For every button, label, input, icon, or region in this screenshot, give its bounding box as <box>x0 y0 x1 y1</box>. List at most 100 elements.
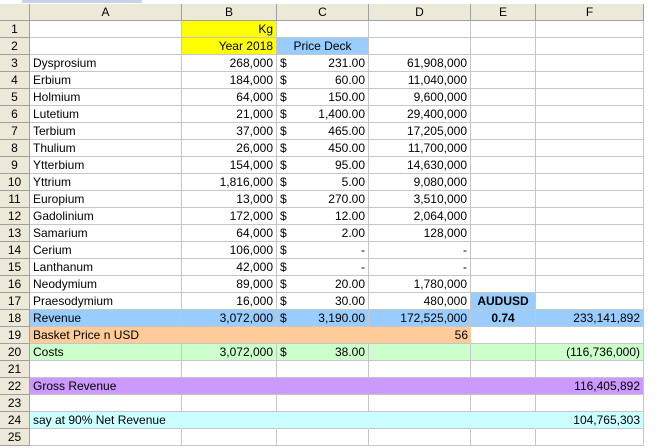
cell-element-value[interactable]: - <box>369 242 471 259</box>
cell-element-value[interactable]: 2,064,000 <box>369 208 471 225</box>
cell-element-name[interactable]: Dysprosium <box>30 55 182 72</box>
cell-element-value[interactable]: 29,400,000 <box>369 106 471 123</box>
cell-element-price[interactable]: $ - <box>277 242 369 259</box>
cell-b2-year[interactable]: Year 2018 <box>182 38 277 55</box>
cell-a23[interactable] <box>30 395 182 412</box>
cell-element-name[interactable]: Praesodymium <box>30 293 182 310</box>
cell-element-kg[interactable]: 89,000 <box>182 276 277 293</box>
cell-f5[interactable] <box>536 89 644 106</box>
cell-c25[interactable] <box>277 429 369 446</box>
cell-f7[interactable] <box>536 123 644 140</box>
cell-e16[interactable] <box>471 276 536 293</box>
cell-element-value[interactable]: 128,000 <box>369 225 471 242</box>
cell-element-kg[interactable]: 26,000 <box>182 140 277 157</box>
cell-element-price[interactable]: $450.00 <box>277 140 369 157</box>
row-header-11[interactable]: 11 <box>0 191 30 208</box>
cell-element-value[interactable]: 17,205,000 <box>369 123 471 140</box>
cell-d2[interactable] <box>369 38 471 55</box>
cell-element-price[interactable]: $20.00 <box>277 276 369 293</box>
cell-element-price[interactable]: $60.00 <box>277 72 369 89</box>
cell-f12[interactable] <box>536 208 644 225</box>
row-header-12[interactable]: 12 <box>0 208 30 225</box>
cell-f3[interactable] <box>536 55 644 72</box>
cell-element-value[interactable]: - <box>369 259 471 276</box>
cell-element-price[interactable]: $231.00 <box>277 55 369 72</box>
cell-e14[interactable] <box>471 242 536 259</box>
cell-element-name[interactable]: Neodymium <box>30 276 182 293</box>
cell-b23[interactable] <box>182 395 277 412</box>
cell-element-price[interactable]: $30.00 <box>277 293 369 310</box>
row-header-4[interactable]: 4 <box>0 72 30 89</box>
row-header-20[interactable]: 20 <box>0 344 30 361</box>
cell-d23[interactable] <box>369 395 471 412</box>
row-header-9[interactable]: 9 <box>0 157 30 174</box>
cell-element-name[interactable]: Cerium <box>30 242 182 259</box>
cell-f13[interactable] <box>536 225 644 242</box>
cell-element-value[interactable]: 3,510,000 <box>369 191 471 208</box>
row-header-24[interactable]: 24 <box>0 412 30 429</box>
cell-element-kg[interactable]: 64,000 <box>182 89 277 106</box>
cell-element-name[interactable]: Samarium <box>30 225 182 242</box>
row-header-18[interactable]: 18 <box>0 310 30 327</box>
cell-element-value[interactable]: 9,080,000 <box>369 174 471 191</box>
cell-gross-5[interactable]: 116,405,892 <box>536 378 644 395</box>
cell-revenue-kg[interactable]: 3,072,000 <box>182 310 277 327</box>
cell-element-kg[interactable]: 106,000 <box>182 242 277 259</box>
cell-element-kg[interactable]: 1,816,000 <box>182 174 277 191</box>
cell-d1[interactable] <box>369 21 471 38</box>
cell-f11[interactable] <box>536 191 644 208</box>
cell-f14[interactable] <box>536 242 644 259</box>
row-header-16[interactable]: 16 <box>0 276 30 293</box>
cell-e11[interactable] <box>471 191 536 208</box>
cell-c1[interactable] <box>277 21 369 38</box>
cell-element-kg[interactable]: 268,000 <box>182 55 277 72</box>
cell-costs-price[interactable]: $38.00 <box>277 344 369 361</box>
cell-e19[interactable] <box>471 327 536 344</box>
cell-element-name[interactable]: Ytterbium <box>30 157 182 174</box>
cell-element-kg[interactable]: 64,000 <box>182 225 277 242</box>
cell-element-price[interactable]: $2.00 <box>277 225 369 242</box>
row-header-2[interactable]: 2 <box>0 38 30 55</box>
cell-element-value[interactable]: 61,908,000 <box>369 55 471 72</box>
row-header-15[interactable]: 15 <box>0 259 30 276</box>
cell-revenue-label[interactable]: Revenue <box>30 310 182 327</box>
row-header-17[interactable]: 17 <box>0 293 30 310</box>
cell-element-kg[interactable]: 21,000 <box>182 106 277 123</box>
cell-e8[interactable] <box>471 140 536 157</box>
cell-c2-price-deck[interactable]: Price Deck <box>277 38 369 55</box>
row-header-8[interactable]: 8 <box>0 140 30 157</box>
cell-element-name[interactable]: Terbium <box>30 123 182 140</box>
cell-gross-0[interactable]: Gross Revenue <box>30 378 182 395</box>
cell-net-0[interactable]: say at 90% Net Revenue <box>30 412 182 429</box>
select-all-corner[interactable] <box>0 4 30 21</box>
column-header-d[interactable]: D <box>369 4 471 21</box>
column-header-a[interactable]: A <box>30 4 182 21</box>
cell-f21[interactable] <box>536 361 644 378</box>
column-header-b[interactable]: B <box>182 4 277 21</box>
cell-element-kg[interactable]: 42,000 <box>182 259 277 276</box>
cell-gross-2[interactable] <box>277 378 369 395</box>
cell-f6[interactable] <box>536 106 644 123</box>
cell-element-price[interactable]: $1,400.00 <box>277 106 369 123</box>
cell-e4[interactable] <box>471 72 536 89</box>
cell-gross-1[interactable] <box>182 378 277 395</box>
cell-element-price[interactable]: $465.00 <box>277 123 369 140</box>
cell-element-price[interactable]: $12.00 <box>277 208 369 225</box>
cell-element-name[interactable]: Europium <box>30 191 182 208</box>
row-header-10[interactable]: 10 <box>0 174 30 191</box>
cell-element-kg[interactable]: 13,000 <box>182 191 277 208</box>
row-header-23[interactable]: 23 <box>0 395 30 412</box>
row-header-13[interactable]: 13 <box>0 225 30 242</box>
cell-f8[interactable] <box>536 140 644 157</box>
cell-net-3[interactable] <box>369 412 471 429</box>
cell-element-price[interactable]: $150.00 <box>277 89 369 106</box>
cell-element-kg[interactable]: 184,000 <box>182 72 277 89</box>
cell-e25[interactable] <box>471 429 536 446</box>
cell-revenue-usd[interactable]: 233,141,892 <box>536 310 644 327</box>
cell-f17[interactable] <box>536 293 644 310</box>
cell-f2[interactable] <box>536 38 644 55</box>
cell-element-kg[interactable]: 16,000 <box>182 293 277 310</box>
row-header-1[interactable]: 1 <box>0 21 30 38</box>
cell-d25[interactable] <box>369 429 471 446</box>
cell-element-price[interactable]: $95.00 <box>277 157 369 174</box>
